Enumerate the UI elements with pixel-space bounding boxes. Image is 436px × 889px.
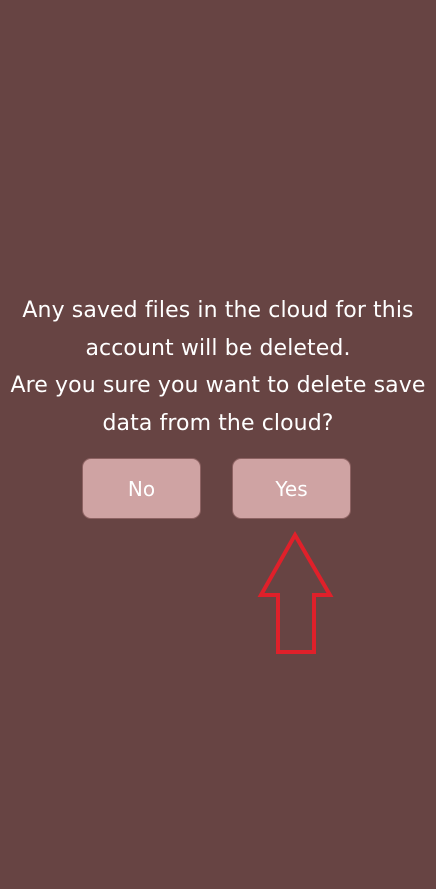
yes-button-label: Yes [275,476,308,501]
no-button-label: No [127,476,156,501]
message-line-4: data from the cloud? [102,410,334,436]
no-button[interactable]: No [82,458,201,519]
message-line-3: Are you sure you want to delete save [10,373,426,398]
yes-button[interactable]: Yes [232,458,351,519]
message-line-1: Any saved files in the cloud for this [22,298,414,323]
dialog-message: Any saved files in the cloud for this ac… [0,292,436,442]
message-line-2: account will be deleted. [85,335,351,361]
up-arrow-icon [257,530,334,654]
